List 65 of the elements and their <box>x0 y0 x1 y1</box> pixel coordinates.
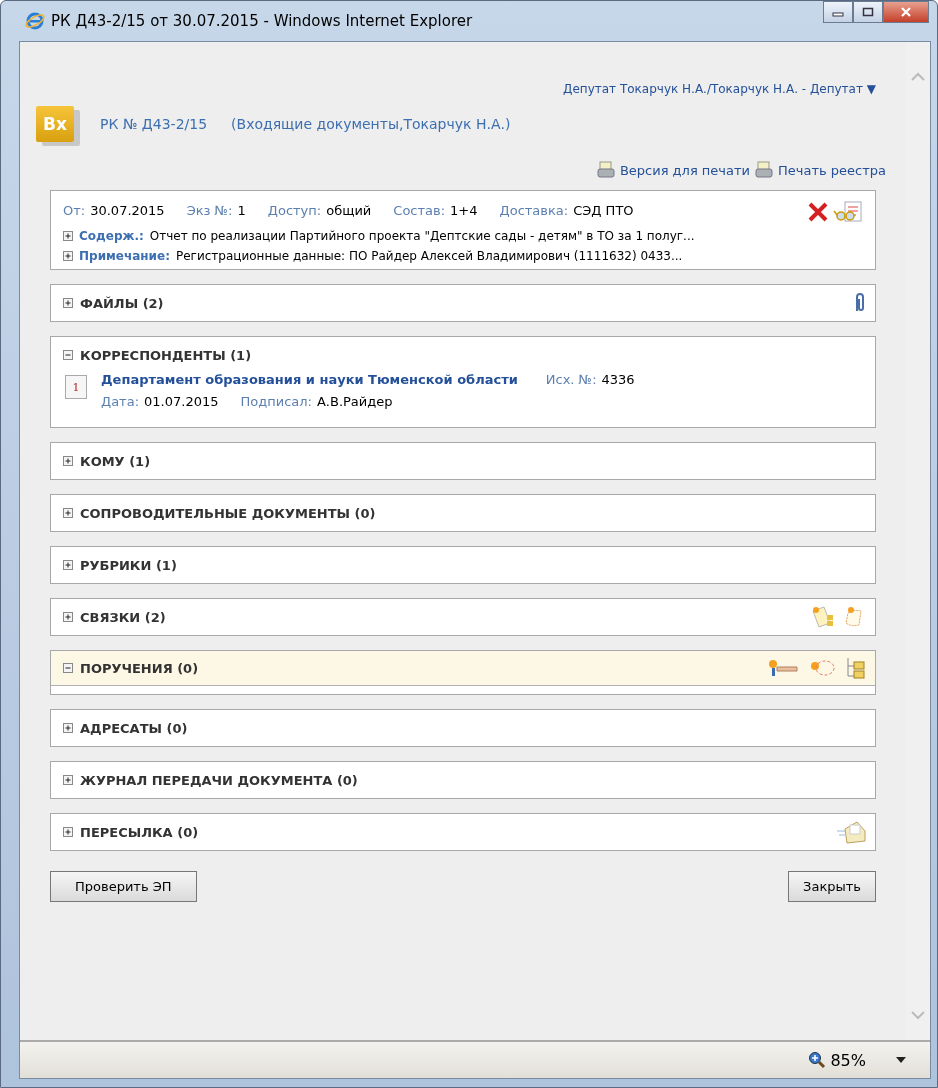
correspondent-index: 1 <box>65 375 87 399</box>
delete-icon[interactable] <box>807 201 829 223</box>
field-value: 4336 <box>601 372 635 387</box>
paperclip-icon[interactable] <box>853 292 867 314</box>
field-label: Экз №: <box>186 203 233 218</box>
expand-icon[interactable] <box>63 560 73 570</box>
section-title[interactable]: КОМУ (1) <box>80 453 151 469</box>
detail-label: Содерж.: <box>79 229 144 243</box>
section-title[interactable]: ПЕРЕСЫЛКА (0) <box>80 824 199 840</box>
field-value: СЭД ПТО <box>573 203 634 218</box>
section-title[interactable]: СОПРОВОДИТЕЛЬНЫЕ ДОКУМЕНТЫ (0) <box>80 505 376 521</box>
field-label: Подписал: <box>240 394 312 409</box>
zoom-level[interactable]: 85% <box>830 1050 866 1070</box>
expand-icon[interactable] <box>63 508 73 518</box>
section-title[interactable]: КОРРЕСПОНДЕНТЫ (1) <box>80 347 252 363</box>
zoom-icon[interactable] <box>808 1051 827 1069</box>
field-value: А.В.Райдер <box>316 394 393 409</box>
field-value: 1+4 <box>450 203 478 218</box>
field-label: Исх. №: <box>545 372 597 387</box>
field-label: От: <box>63 203 86 218</box>
detail-value: Регистрационные данные: ПО Райдер Алексей Владимирович (1111632) 0433... <box>175 249 683 263</box>
user-menu[interactable]: Депутат Токарчук Н.А./Токарчук Н.А. - Депутат ▼ <box>563 82 876 96</box>
expand-icon[interactable] <box>63 298 73 308</box>
section-title[interactable]: ПОРУЧЕНИЯ (0) <box>80 660 199 676</box>
section-title[interactable]: ЖУРНАЛ ПЕРЕДАЧИ ДОКУМЕНТА (0) <box>80 772 358 788</box>
close-button[interactable] <box>883 1 929 23</box>
field-value: 01.07.2015 <box>144 394 219 409</box>
document-number: РК № Д43-2/15 <box>100 116 208 132</box>
correspondent-link[interactable]: Департамент образования и науки Тюменской области <box>101 372 518 387</box>
printer-icon <box>595 160 616 180</box>
verify-signature-button[interactable]: Проверить ЭП <box>50 871 197 902</box>
expand-icon[interactable] <box>63 251 73 261</box>
field-value: 30.07.2015 <box>90 203 165 218</box>
expand-icon[interactable] <box>63 775 73 785</box>
field-value: 1 <box>237 203 246 218</box>
section-title[interactable]: АДРЕСАТЫ (0) <box>80 720 188 736</box>
expand-icon[interactable] <box>63 827 73 837</box>
field-label: Дата: <box>101 394 140 409</box>
collapse-icon[interactable] <box>63 663 73 673</box>
section-title[interactable]: ФАЙЛЫ (2) <box>80 295 164 311</box>
maximize-icon <box>862 7 874 17</box>
maximize-button[interactable] <box>853 1 883 23</box>
collapse-icon[interactable] <box>63 350 73 360</box>
printer-icon <box>754 160 774 180</box>
expand-icon[interactable] <box>63 231 73 241</box>
section-title[interactable]: РУБРИКИ (1) <box>80 557 177 573</box>
section-title[interactable]: СВЯЗКИ (2) <box>80 609 166 625</box>
expand-icon[interactable] <box>63 612 73 622</box>
browser-logo-icon <box>25 11 45 31</box>
expand-icon[interactable] <box>63 456 73 466</box>
field-label: Доставка: <box>499 203 569 218</box>
field-label: Состав: <box>393 203 446 218</box>
detail-value: Отчет по реализации Партийного проекта "Дептские сады - детям" в ТО за 1 полуг... <box>149 229 695 243</box>
document-context: (Входящие документы,Токарчук Н.А.) <box>231 116 511 132</box>
close-dialog-button[interactable]: Закрыть <box>788 871 876 902</box>
print-link[interactable]: Печать реестра <box>778 162 886 178</box>
close-icon <box>900 7 912 17</box>
field-value: общий <box>326 203 372 218</box>
window-title: РК Д43-2/15 от 30.07.2015 - Windows Internet Explorer <box>51 12 473 30</box>
caret-icon[interactable] <box>896 1057 906 1063</box>
detail-label: Примечание: <box>79 249 170 263</box>
minimize-button[interactable] <box>823 1 853 23</box>
field-label: Доступ: <box>267 203 322 218</box>
expand-icon[interactable] <box>63 723 73 733</box>
print-link[interactable]: Версия для печати <box>619 162 750 178</box>
